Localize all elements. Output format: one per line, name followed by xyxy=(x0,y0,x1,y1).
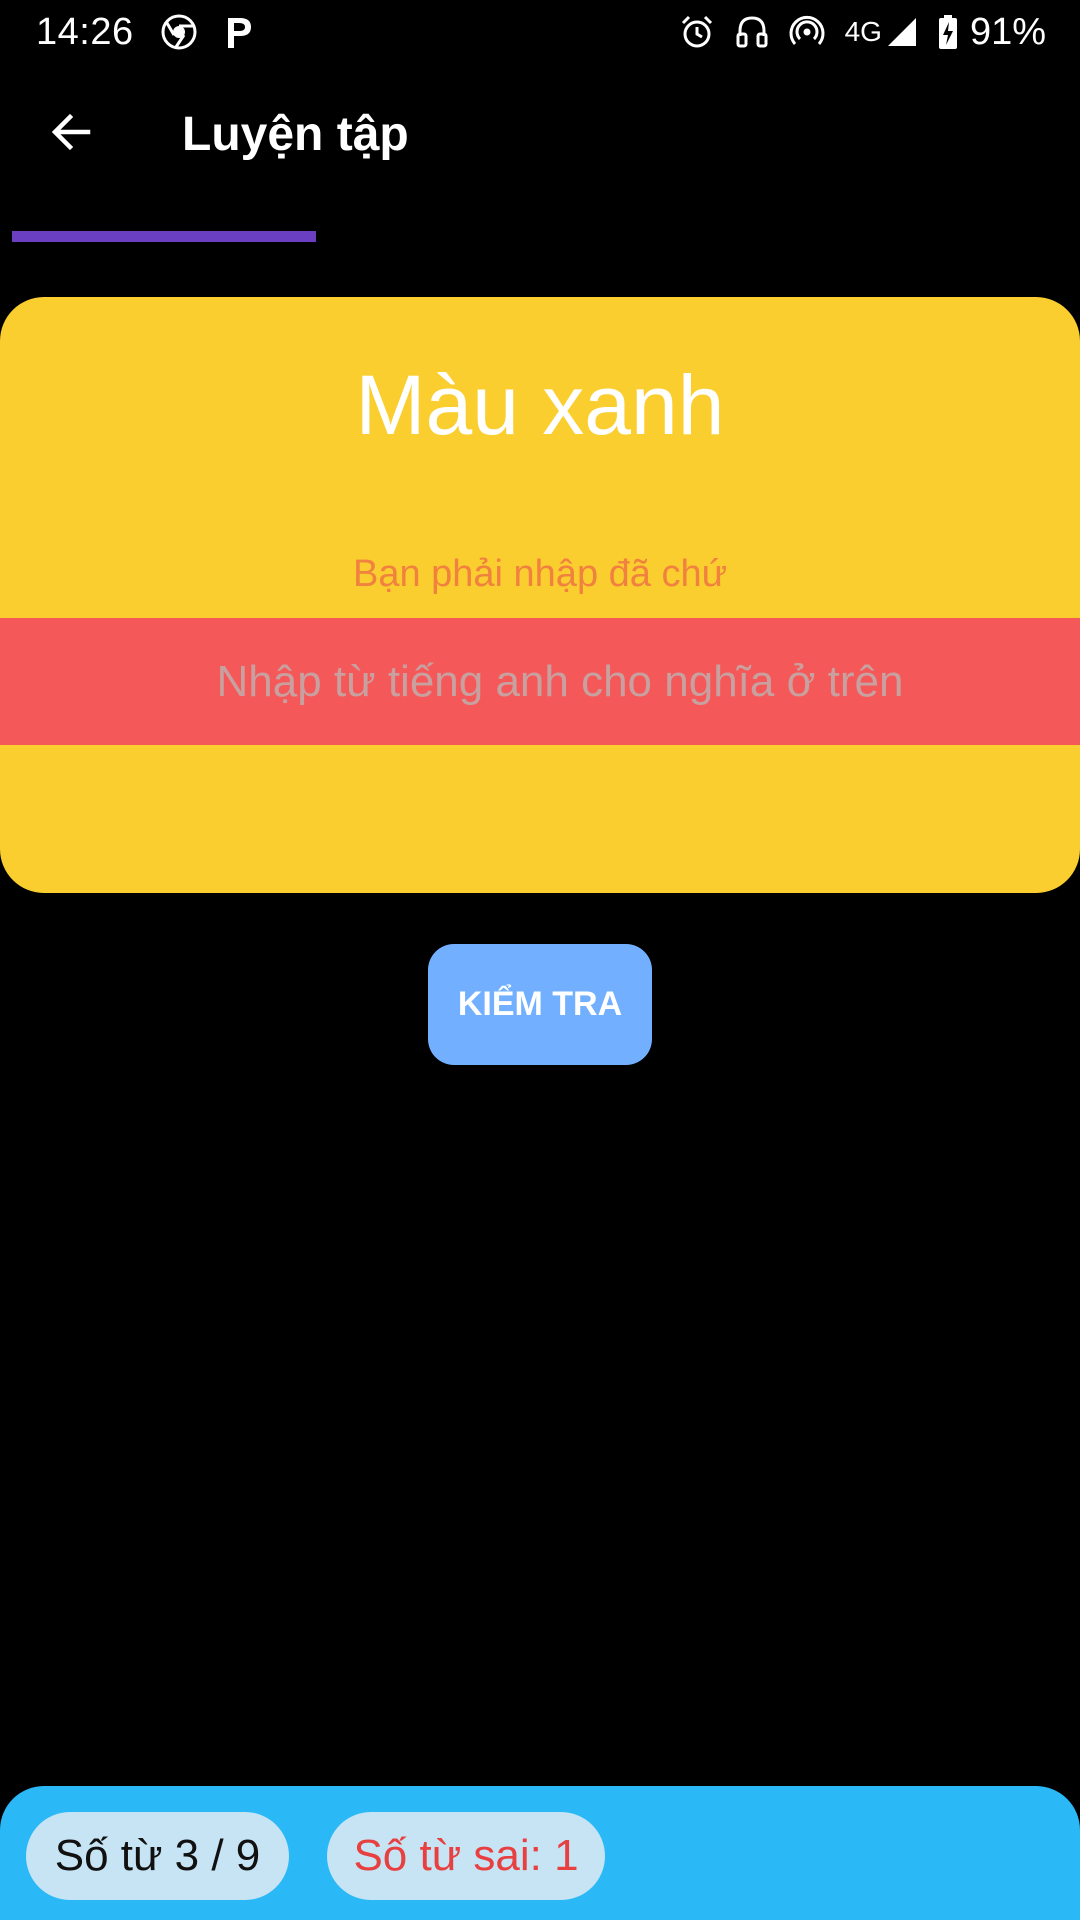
page-title: Luyện tập xyxy=(182,107,409,161)
status-bar: 14:26 4G 91% xyxy=(0,0,1080,64)
check-button[interactable]: KIỂM TRA xyxy=(428,944,652,1065)
answer-input[interactable] xyxy=(0,618,1080,745)
battery-percent: 91% xyxy=(969,10,1046,53)
alarm-icon xyxy=(679,14,715,50)
word-count-chip: Số từ 3 / 9 xyxy=(26,1812,289,1900)
network-type: 4G xyxy=(844,16,882,47)
p-app-icon xyxy=(224,14,254,50)
arrow-back-icon xyxy=(48,108,96,161)
signal-icon xyxy=(886,16,918,48)
validation-error: Bạn phải nhập đã chứ xyxy=(352,553,728,595)
bottom-panel: Số từ 3 / 9 Số từ sai: 1 xyxy=(0,1786,1080,1920)
progress-bar xyxy=(12,231,1072,242)
headset-icon xyxy=(735,14,769,50)
wrong-count-chip: Số từ sai: 1 xyxy=(327,1812,605,1900)
flash-card: Màu xanh Bạn phải nhập đã chứ xyxy=(0,297,1080,893)
status-left: 14:26 xyxy=(36,11,254,54)
back-button[interactable] xyxy=(32,94,112,174)
battery-charging-icon xyxy=(938,14,958,50)
status-right: 4G 91% xyxy=(679,11,1046,54)
progress-fill xyxy=(12,231,317,242)
practice-screen: 14:26 4G 91% Luyện tập Màu xanh Bạn phải… xyxy=(0,0,1080,1920)
status-time: 14:26 xyxy=(36,10,134,53)
app-bar: Luyện tập xyxy=(0,64,1080,204)
vocabulary-word: Màu xanh xyxy=(355,358,725,452)
hotspot-icon xyxy=(789,14,825,50)
chrome-icon xyxy=(160,13,198,51)
